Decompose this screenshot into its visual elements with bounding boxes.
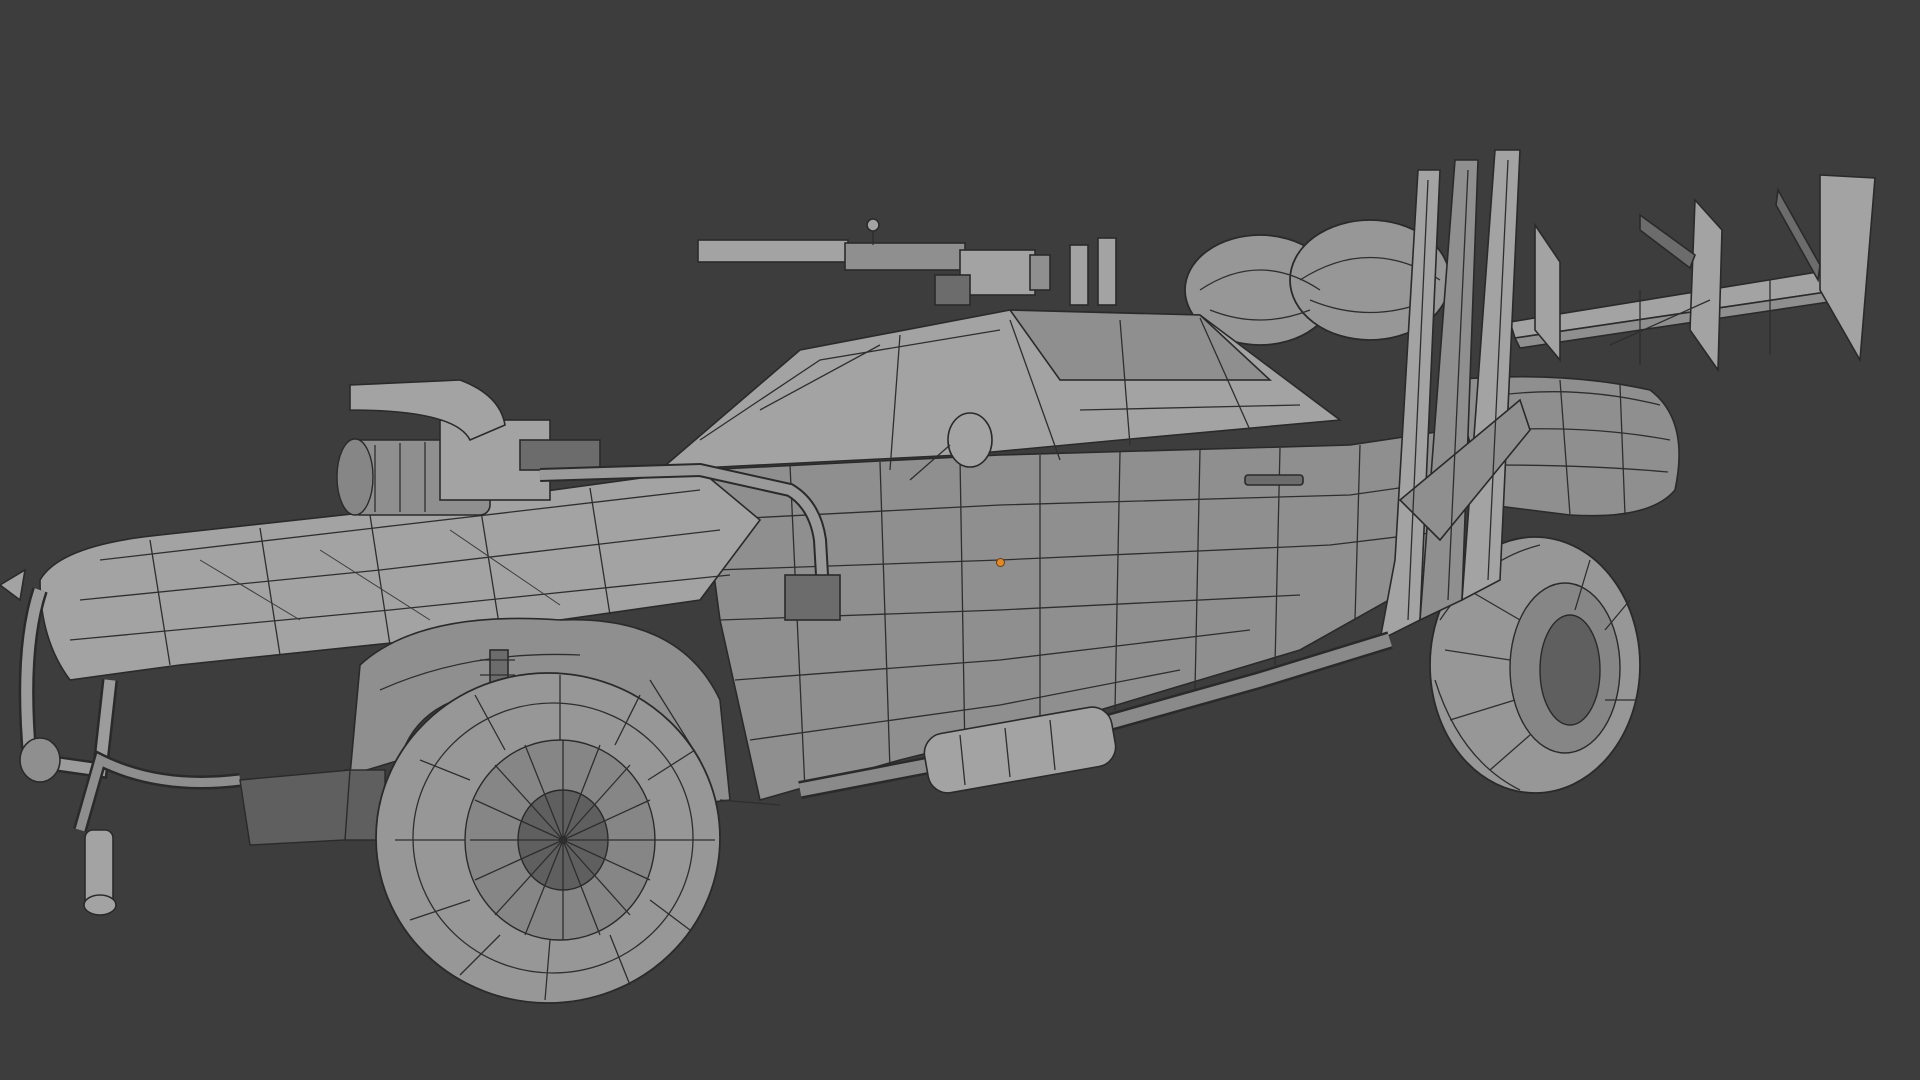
object-origin-point[interactable] [996, 558, 1005, 567]
roof-mounted-gun [697, 218, 1117, 306]
front-wheel [375, 672, 721, 1004]
3d-viewport[interactable] [0, 0, 1920, 1080]
post-apocalyptic-car-wireframe-model[interactable] [0, 0, 1920, 1080]
rear-spoiler [1508, 174, 1876, 373]
